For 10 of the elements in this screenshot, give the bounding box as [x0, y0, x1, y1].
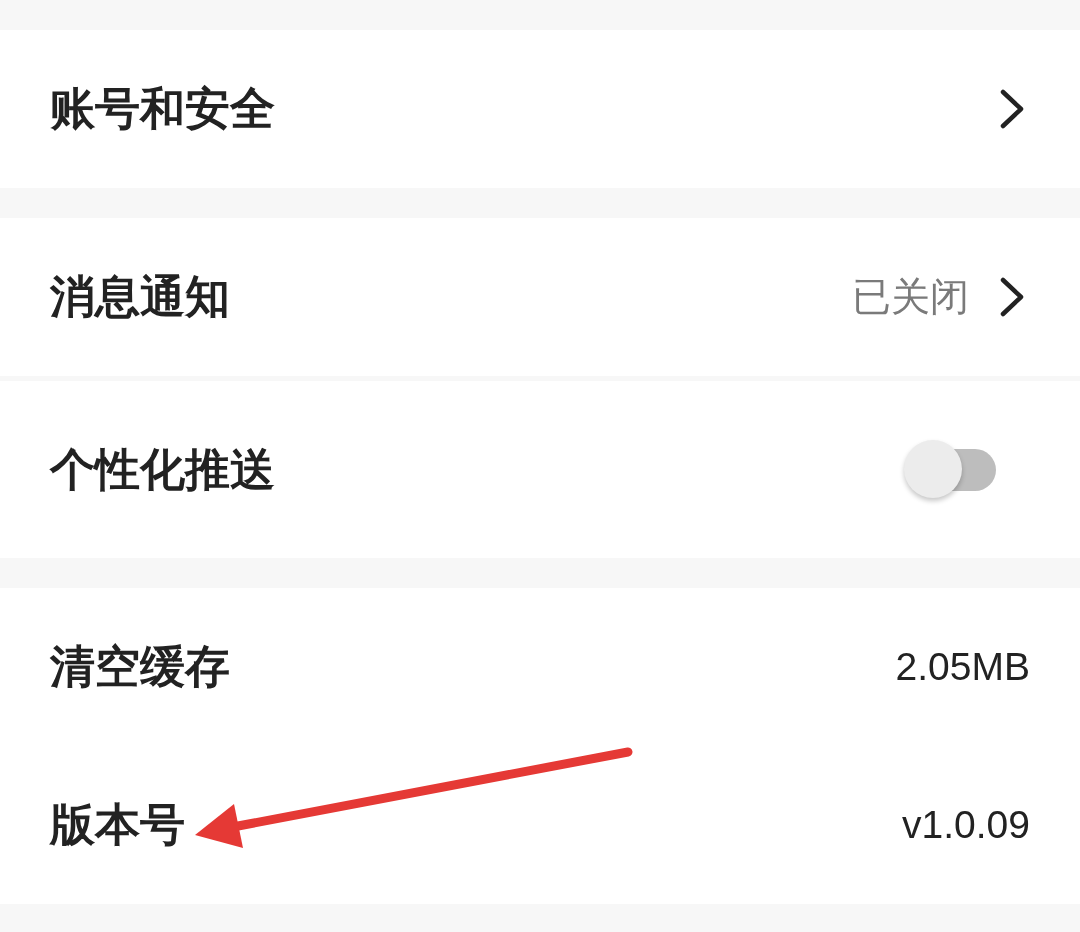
chevron-right-icon[interactable] [999, 88, 1025, 130]
setting-label: 版本号 [50, 798, 185, 852]
setting-label: 清空缓存 [50, 640, 230, 694]
setting-label: 账号和安全 [50, 82, 275, 136]
chevron-right-icon[interactable] [999, 276, 1025, 318]
setting-label: 个性化推送 [50, 442, 275, 497]
setting-value: v1.0.09 [902, 803, 1030, 847]
setting-value: 2.05MB [895, 645, 1030, 689]
setting-label: 消息通知 [50, 270, 230, 324]
setting-value: 已关闭 [852, 274, 969, 320]
